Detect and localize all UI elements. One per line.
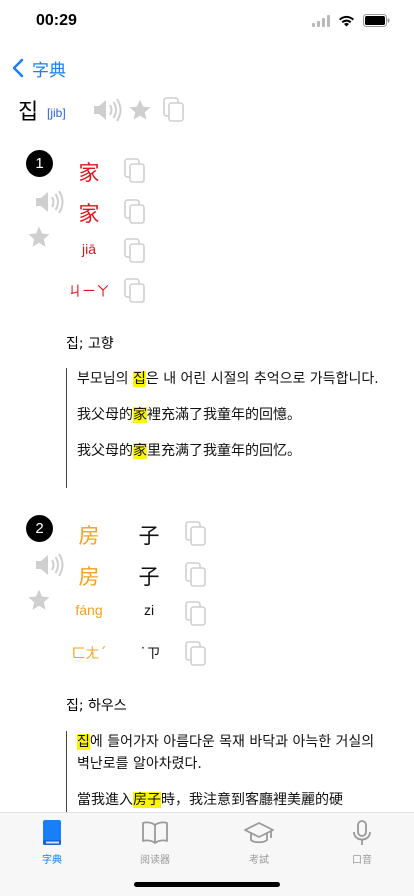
example-sentence-korean: 집에 들어가자 아름다운 목재 바닥과 아늑한 거실의 벽난로를 알아차렸다. (77, 734, 375, 772)
tab-reader[interactable]: 阅读器 (115, 819, 195, 866)
example-sentence-korean: 부모님의 집은 내 어린 시절의 추억으로 가득합니다. (77, 371, 379, 387)
open-book-icon (142, 821, 168, 844)
speaker-icon[interactable] (30, 552, 68, 578)
copy-icon[interactable] (124, 158, 146, 184)
star-icon[interactable] (27, 225, 51, 249)
pinyin: jiā (81, 241, 96, 257)
example-sentence-traditional: 我父母的家裡充滿了我童年的回憶。 (77, 407, 301, 423)
zhuyin: ㄐㄧㄚ (68, 284, 110, 300)
microphone-icon (353, 820, 371, 845)
home-indicator (134, 882, 280, 887)
tab-label: 考試 (249, 855, 269, 866)
copy-icon[interactable] (124, 238, 146, 264)
speaker-icon[interactable] (92, 97, 122, 123)
status-bar: 00:29 (0, 0, 414, 44)
speaker-icon[interactable] (30, 189, 68, 215)
copy-icon[interactable] (124, 278, 146, 304)
tab-dictionary[interactable]: 字典 (12, 819, 92, 866)
tab-label: 口音 (352, 855, 372, 866)
example-sentence-simplified: 我父母的家里充满了我童年的回忆。 (77, 443, 301, 459)
signal-icon (312, 14, 330, 27)
zhuyin: ㄈㄤˊ (71, 646, 107, 662)
simplified-char: 家 (78, 202, 100, 226)
simplified-char: 房 (78, 565, 100, 589)
example-sentence-traditional: 當我進入房子時，我注意到客廳裡美麗的硬 (77, 792, 343, 808)
graduation-cap-icon (244, 822, 274, 844)
copy-icon[interactable] (185, 641, 207, 667)
tab-label: 阅读器 (140, 855, 170, 866)
copy-icon[interactable] (124, 199, 146, 225)
status-icons (312, 14, 390, 27)
copy-icon[interactable] (163, 97, 185, 123)
tab-pronunciation[interactable]: 口音 (322, 819, 402, 866)
sense-number-badge: 2 (26, 515, 53, 542)
star-icon[interactable] (27, 588, 51, 612)
book-icon (43, 820, 61, 845)
traditional-char: 房 (78, 524, 100, 548)
status-time: 00:29 (36, 12, 77, 29)
wifi-icon (339, 15, 354, 26)
pinyin: zi (143, 602, 155, 618)
tab-label: 字典 (42, 855, 62, 866)
headword-pronunciation: [jib] (47, 106, 66, 120)
sense-gloss: 집; 하우스 (66, 698, 127, 714)
zhuyin: ˙ㄗ (139, 646, 161, 662)
sense-gloss: 집; 고향 (66, 336, 114, 352)
headword: 집 (18, 100, 39, 125)
copy-icon[interactable] (185, 601, 207, 627)
sense-number-badge: 1 (26, 150, 53, 177)
traditional-char: 家 (78, 161, 100, 185)
copy-icon[interactable] (185, 562, 207, 588)
pinyin: fáng (75, 602, 103, 618)
example-block: 집에 들어가자 아름다운 목재 바닥과 아늑한 거실의 벽난로를 알아차렸다. … (66, 731, 390, 812)
chevron-left-icon (12, 58, 24, 78)
simplified-char: 子 (138, 565, 160, 589)
copy-icon[interactable] (185, 521, 207, 547)
back-button[interactable]: 字典 (12, 54, 66, 82)
battery-icon (363, 14, 390, 27)
star-icon[interactable] (128, 98, 152, 122)
traditional-char: 子 (138, 524, 160, 548)
example-block: 부모님의 집은 내 어린 시절의 추억으로 가득합니다. 我父母的家裡充滿了我童… (66, 368, 390, 488)
tab-exam[interactable]: 考試 (219, 819, 299, 866)
back-label: 字典 (32, 60, 66, 81)
